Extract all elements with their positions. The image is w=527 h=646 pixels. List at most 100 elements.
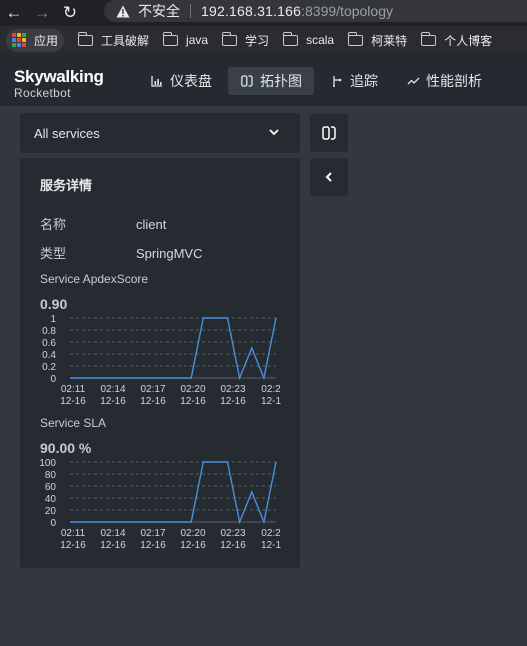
sla-x-tick-time: 02:11	[61, 528, 86, 539]
apdex-x-tick-time: 02:14	[100, 384, 125, 395]
apps-grid-icon	[12, 33, 26, 47]
tab-dashboard[interactable]: 仪表盘	[138, 67, 224, 95]
bar-chart-icon	[150, 74, 164, 88]
detail-value: client	[136, 217, 167, 232]
tab-profile[interactable]: 性能剖析	[394, 67, 494, 95]
url-path: :8399/topology	[301, 3, 393, 19]
collapse-panel-button[interactable]	[310, 158, 348, 196]
apdex-chart: 10.80.60.40.2002:1112-1602:1412-1602:171…	[42, 314, 281, 407]
bookmarks-bar: 应用 工具破解 java 学习 scala 柯莱特 个人博客	[0, 26, 527, 54]
sla-x-tick-date: 12-16	[140, 540, 166, 551]
folder-icon	[420, 31, 437, 46]
sla-x-tick-time: 02:14	[100, 528, 125, 539]
detail-key: 名称	[40, 217, 67, 232]
logo-title: Sky walking	[14, 67, 104, 86]
bookmark-folder[interactable]: scala	[282, 31, 335, 47]
main-nav: 仪表盘 拓扑图 追踪 性能剖析	[138, 67, 498, 95]
tab-label: 性能剖析	[426, 73, 482, 89]
apdex-y-tick-label: 1	[50, 314, 56, 325]
bookmark-label: java	[186, 33, 209, 47]
tab-label: 追踪	[350, 73, 378, 89]
apdex-x-tick-date: 12-16	[140, 396, 166, 407]
apdex-x-tick-time: 02:17	[140, 384, 165, 395]
apdex-y-tick-label: 0.4	[42, 350, 56, 361]
bookmark-label: scala	[306, 33, 335, 47]
topology-toggle-button[interactable]	[310, 114, 348, 152]
sla-x-tick-time: 02:17	[140, 528, 165, 539]
app-header: Sky walking Rocketbot 仪表盘 拓扑图 追踪 性能剖析	[0, 54, 527, 106]
apdex-label: Service ApdexScore	[40, 272, 149, 286]
sla-x-tick-time: 02:23	[220, 528, 245, 539]
service-select-value: All services	[34, 125, 100, 141]
topology-icon	[240, 74, 254, 88]
skywalking-logo[interactable]: Sky walking Rocketbot	[14, 67, 104, 100]
bookmark-folder[interactable]: 柯莱特	[347, 31, 408, 49]
address-bar[interactable]: 不安全 192.168.31.166:8399/topology	[104, 0, 527, 22]
sla-x-tick-date: 12-16	[60, 540, 86, 551]
apdex-x-tick-date: 12-16	[180, 396, 206, 407]
insecure-label: 不安全	[138, 3, 180, 19]
folder-icon	[282, 31, 299, 46]
sla-label: Service SLA	[40, 416, 107, 430]
back-icon[interactable]: ←	[0, 2, 28, 24]
bookmark-label: 工具破解	[101, 33, 150, 48]
profile-line-icon	[406, 74, 420, 88]
url-divider	[190, 4, 191, 18]
apdex-x-tick-date: 12-16	[60, 396, 86, 407]
apdex-y-tick-label: 0.2	[42, 362, 56, 373]
apdex-y-tick-label: 0	[50, 374, 56, 385]
folder-icon	[221, 31, 238, 46]
chevron-down-icon	[269, 129, 279, 136]
browser-toolbar: ← → ↻ 不安全 192.168.31.166:8399/topology	[0, 0, 527, 26]
tab-topology[interactable]: 拓扑图	[228, 67, 314, 95]
panel-title: 服务详情	[40, 178, 93, 193]
apdex-x-tick-time: 02:20	[180, 384, 205, 395]
topology-icon	[322, 126, 336, 140]
bookmark-label: 柯莱特	[371, 33, 408, 48]
folder-icon	[77, 31, 94, 46]
bookmark-label: 学习	[245, 33, 270, 48]
logo-subtitle: Rocketbot	[14, 86, 71, 100]
sla-x-tick-date: 12-1	[261, 540, 281, 551]
apdex-x-tick-date: 12-16	[100, 396, 126, 407]
url-host: 192.168.31.166	[201, 3, 302, 19]
apdex-y-tick-label: 0.8	[42, 326, 56, 337]
bookmark-apps[interactable]: 应用	[6, 28, 65, 52]
tab-trace[interactable]: 追踪	[318, 67, 390, 95]
detail-key: 类型	[40, 246, 67, 261]
sla-y-tick-label: 60	[45, 482, 57, 493]
tab-label: 拓扑图	[260, 73, 302, 89]
apdex-x-tick-date: 12-16	[220, 396, 246, 407]
reload-icon[interactable]: ↻	[56, 2, 84, 24]
sla-chart: 10080604020002:1112-1602:1412-1602:1712-…	[39, 458, 281, 551]
bookmark-folder[interactable]: 学习	[221, 31, 270, 49]
sla-y-tick-label: 100	[39, 458, 56, 469]
apdex-series-line	[70, 317, 277, 381]
sla-y-tick-label: 20	[45, 506, 57, 517]
apdex-x-tick-date: 12-1	[261, 396, 281, 407]
sla-x-tick-time: 02:2	[261, 528, 281, 539]
detail-row-type: 类型 SpringMVC	[40, 243, 202, 262]
bookmark-label: 个人博客	[444, 33, 493, 48]
sla-x-tick-date: 12-16	[100, 540, 126, 551]
trace-icon	[330, 74, 344, 88]
sla-x-tick-date: 12-16	[220, 540, 246, 551]
bookmark-folder[interactable]: 工具破解	[77, 31, 150, 49]
forward-icon[interactable]: →	[28, 2, 56, 24]
service-detail-panel: 服务详情 名称 client 类型 SpringMVC Service ApdexS…	[20, 158, 300, 568]
sla-series-line	[70, 461, 277, 525]
service-select[interactable]: All services	[20, 113, 300, 153]
bookmark-folder[interactable]: java	[162, 31, 209, 47]
bookmark-folder[interactable]: 个人博客	[420, 31, 493, 49]
tab-label: 仪表盘	[170, 73, 212, 89]
sla-x-tick-date: 12-16	[180, 540, 206, 551]
sla-y-tick-label: 40	[45, 494, 57, 505]
sla-y-tick-label: 0	[50, 518, 56, 529]
folder-icon	[347, 31, 364, 46]
bookmark-label: 应用	[34, 33, 59, 48]
apdex-x-tick-time: 02:23	[220, 384, 245, 395]
sla-y-tick-label: 80	[45, 470, 57, 481]
apdex-y-tick-label: 0.6	[42, 338, 56, 349]
chevron-left-icon	[325, 172, 332, 182]
folder-icon	[162, 31, 179, 46]
